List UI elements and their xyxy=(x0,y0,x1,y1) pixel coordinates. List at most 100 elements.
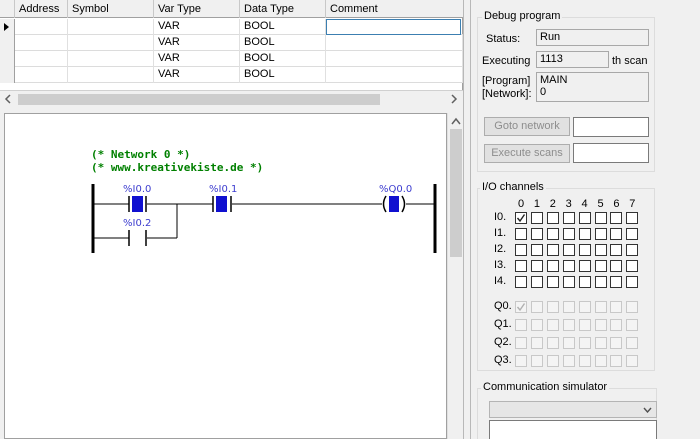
input-channel-checkbox[interactable] xyxy=(594,244,607,256)
cell-var-type[interactable]: VAR xyxy=(154,35,240,51)
table-row[interactable]: VAR BOOL xyxy=(0,19,463,35)
column-header-comment[interactable]: Comment xyxy=(326,0,463,18)
input-channel-checkbox[interactable] xyxy=(562,276,575,288)
input-channel-checkbox[interactable] xyxy=(515,212,527,224)
input-channel-checkbox[interactable] xyxy=(626,228,639,240)
table-row[interactable]: VAR BOOL xyxy=(0,51,463,67)
panel-splitter[interactable] xyxy=(463,0,471,439)
input-channel-checkbox[interactable] xyxy=(610,276,623,288)
input-channel-checkbox[interactable] xyxy=(578,228,591,240)
column-header-symbol[interactable]: Symbol xyxy=(68,0,154,18)
contact-i0-0[interactable]: %I0.0 xyxy=(123,184,151,212)
input-channel-checkbox[interactable] xyxy=(626,244,639,256)
cell-symbol[interactable] xyxy=(68,67,154,83)
cell-address[interactable] xyxy=(15,51,68,67)
input-channel-checkbox[interactable] xyxy=(546,212,559,224)
program-label: [Program] xyxy=(482,75,531,87)
scroll-left-icon[interactable] xyxy=(3,94,13,104)
input-channel-checkbox[interactable] xyxy=(546,228,559,240)
input-channel-checkbox[interactable] xyxy=(530,276,543,288)
input-channel-checkbox[interactable] xyxy=(562,260,575,272)
row-selector[interactable] xyxy=(0,51,15,67)
status-field: Run xyxy=(536,29,649,46)
input-channel-checkbox[interactable] xyxy=(594,260,607,272)
output-channel-checkbox xyxy=(562,319,575,331)
input-channel-checkbox[interactable] xyxy=(530,260,543,272)
row-selector[interactable] xyxy=(0,19,15,35)
input-channel-checkbox[interactable] xyxy=(578,260,591,272)
cell-symbol[interactable] xyxy=(68,35,154,51)
input-channel-checkbox[interactable] xyxy=(626,260,639,272)
cell-comment[interactable] xyxy=(326,51,463,67)
input-channel-checkbox[interactable] xyxy=(546,244,559,256)
network-label: [Network]: xyxy=(482,88,532,100)
output-channel-checkbox xyxy=(562,301,575,313)
cell-address[interactable] xyxy=(15,19,68,35)
input-channel-checkbox[interactable] xyxy=(626,276,639,288)
goto-network-button[interactable]: Goto network xyxy=(484,117,570,136)
cell-data-type[interactable]: BOOL xyxy=(240,35,326,51)
input-channel-checkbox[interactable] xyxy=(578,212,591,224)
input-channel-checkbox[interactable] xyxy=(610,228,623,240)
communication-port-select[interactable] xyxy=(489,401,657,418)
input-channel-checkbox[interactable] xyxy=(610,212,623,224)
input-channel-checkbox[interactable] xyxy=(578,244,591,256)
output-channel-checkbox xyxy=(626,355,639,367)
row-selector[interactable] xyxy=(0,35,15,51)
input-channel-checkbox[interactable] xyxy=(562,212,575,224)
scrollbar-thumb[interactable] xyxy=(450,129,462,257)
scroll-up-icon[interactable] xyxy=(451,117,461,125)
table-row[interactable]: VAR BOOL xyxy=(0,67,463,83)
cell-address[interactable] xyxy=(15,67,68,83)
input-channel-checkbox[interactable] xyxy=(578,276,591,288)
input-channel-checkbox[interactable] xyxy=(594,276,607,288)
input-channel-checkbox[interactable] xyxy=(562,228,575,240)
cell-symbol[interactable] xyxy=(68,51,154,67)
cell-var-type[interactable]: VAR xyxy=(154,67,240,83)
input-channel-checkbox[interactable] xyxy=(562,244,575,256)
cell-data-type[interactable]: BOOL xyxy=(240,67,326,83)
table-horizontal-scrollbar[interactable] xyxy=(0,90,463,107)
input-channel-checkbox[interactable] xyxy=(515,244,527,256)
input-channel-checkbox[interactable] xyxy=(594,228,607,240)
ladder-vertical-scrollbar[interactable] xyxy=(447,113,463,439)
input-channel-checkbox[interactable] xyxy=(515,228,527,240)
io-row-label: Q0. xyxy=(494,300,512,312)
ladder-diagram-editor[interactable]: (* Network 0 *) (* www.kreativekiste.de … xyxy=(4,113,447,439)
row-selector[interactable] xyxy=(0,67,15,83)
contact-i0-1[interactable]: %I0.1 xyxy=(209,184,237,212)
cell-symbol[interactable] xyxy=(68,19,154,35)
input-channel-checkbox[interactable] xyxy=(610,244,623,256)
cell-comment[interactable] xyxy=(326,67,463,83)
column-header-var-type[interactable]: Var Type xyxy=(154,0,240,18)
coil-q0-0[interactable]: %Q0.0 xyxy=(379,184,412,213)
input-channel-checkbox[interactable] xyxy=(530,212,543,224)
cell-address[interactable] xyxy=(15,35,68,51)
goto-network-input[interactable] xyxy=(573,117,649,137)
output-channel-checkbox xyxy=(594,319,607,331)
input-channel-checkbox[interactable] xyxy=(610,260,623,272)
cell-comment[interactable] xyxy=(326,19,461,35)
table-row[interactable]: VAR BOOL xyxy=(0,35,463,51)
communication-log-box[interactable] xyxy=(489,420,657,439)
contact-i0-2[interactable]: %I0.2 xyxy=(123,218,151,246)
input-channel-checkbox[interactable] xyxy=(594,212,607,224)
execute-scans-input[interactable] xyxy=(573,143,649,163)
column-header-data-type[interactable]: Data Type xyxy=(240,0,326,18)
cell-var-type[interactable]: VAR xyxy=(154,19,240,35)
input-channel-checkbox[interactable] xyxy=(626,212,639,224)
input-channel-checkbox[interactable] xyxy=(546,276,559,288)
scrollbar-thumb[interactable] xyxy=(18,94,380,105)
scroll-right-icon[interactable] xyxy=(449,94,459,104)
input-channel-checkbox[interactable] xyxy=(515,276,527,288)
input-channel-checkbox[interactable] xyxy=(530,228,543,240)
cell-comment[interactable] xyxy=(326,35,463,51)
input-channel-checkbox[interactable] xyxy=(530,244,543,256)
cell-var-type[interactable]: VAR xyxy=(154,51,240,67)
input-channel-checkbox[interactable] xyxy=(546,260,559,272)
cell-data-type[interactable]: BOOL xyxy=(240,51,326,67)
input-channel-checkbox[interactable] xyxy=(515,260,527,272)
execute-scans-button[interactable]: Execute scans xyxy=(484,144,570,163)
column-header-address[interactable]: Address xyxy=(15,0,68,18)
cell-data-type[interactable]: BOOL xyxy=(240,19,326,35)
